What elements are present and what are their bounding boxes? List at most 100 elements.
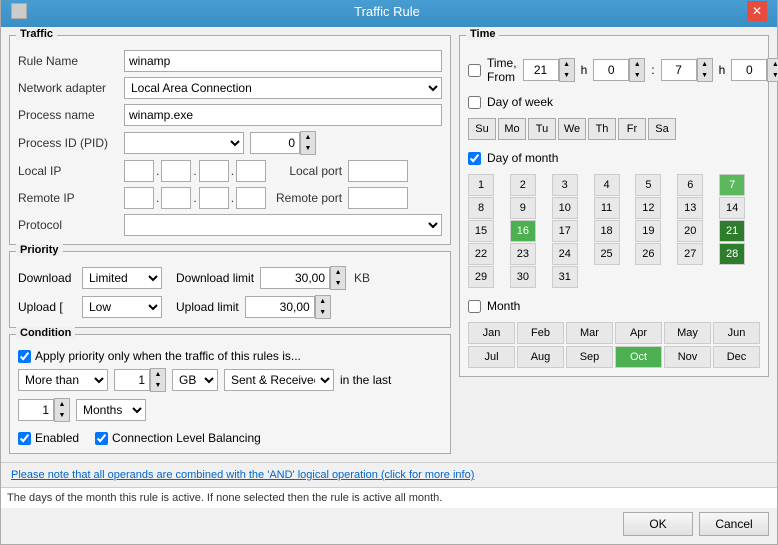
cal-day-4[interactable]: 4: [594, 174, 620, 196]
upload-mode-select[interactable]: Low: [82, 296, 162, 318]
process-id-select[interactable]: [124, 132, 244, 154]
month-btn-mar[interactable]: Mar: [566, 322, 613, 344]
cal-day-10[interactable]: 10: [552, 197, 578, 219]
cal-day-22[interactable]: 22: [468, 243, 494, 265]
enabled-checkbox[interactable]: [18, 432, 31, 445]
last-unit-select[interactable]: Months: [76, 399, 146, 421]
upload-limit-up[interactable]: ▲: [316, 296, 330, 307]
min-up[interactable]: ▲: [630, 59, 644, 70]
local-ip-2[interactable]: [161, 160, 191, 182]
local-port-input[interactable]: [348, 160, 408, 182]
day-of-week-checkbox[interactable]: [468, 96, 481, 109]
month-btn-dec[interactable]: Dec: [713, 346, 760, 368]
hour2-down[interactable]: ▼: [698, 70, 712, 81]
time-from-checkbox[interactable]: [468, 64, 481, 77]
local-ip-4[interactable]: [236, 160, 266, 182]
cal-day-29[interactable]: 29: [468, 266, 494, 288]
unit-select[interactable]: GB: [172, 369, 218, 391]
remote-ip-1[interactable]: [124, 187, 154, 209]
upload-limit-down[interactable]: ▼: [316, 307, 330, 318]
cal-day-3[interactable]: 3: [552, 174, 578, 196]
day-of-month-checkbox[interactable]: [468, 152, 481, 165]
cal-day-24[interactable]: 24: [552, 243, 578, 265]
day-btn-mo[interactable]: Mo: [498, 118, 526, 140]
month-btn-sep[interactable]: Sep: [566, 346, 613, 368]
min-input[interactable]: [593, 59, 629, 81]
day-btn-we[interactable]: We: [558, 118, 586, 140]
cal-day-12[interactable]: 12: [635, 197, 661, 219]
month-btn-jul[interactable]: Jul: [468, 346, 515, 368]
download-mode-select[interactable]: Limited: [82, 267, 162, 289]
min2-input[interactable]: [731, 59, 767, 81]
day-btn-th[interactable]: Th: [588, 118, 616, 140]
cal-day-11[interactable]: 11: [594, 197, 620, 219]
month-btn-jun[interactable]: Jun: [713, 322, 760, 344]
process-id-input[interactable]: [250, 132, 300, 154]
close-button[interactable]: ✕: [747, 1, 767, 21]
month-btn-aug[interactable]: Aug: [517, 346, 564, 368]
cal-day-31[interactable]: 31: [552, 266, 578, 288]
cal-day-15[interactable]: 15: [468, 220, 494, 242]
month-checkbox[interactable]: [468, 300, 481, 313]
cal-day-26[interactable]: 26: [635, 243, 661, 265]
cal-day-1[interactable]: 1: [468, 174, 494, 196]
remote-ip-3[interactable]: [199, 187, 229, 209]
rule-name-input[interactable]: [124, 50, 442, 72]
condition-value-input[interactable]: [114, 369, 150, 391]
process-name-input[interactable]: [124, 104, 442, 126]
hour-input[interactable]: [523, 59, 559, 81]
remote-port-input[interactable]: [348, 187, 408, 209]
process-id-up[interactable]: ▲: [301, 132, 315, 143]
cal-day-17[interactable]: 17: [552, 220, 578, 242]
cal-day-30[interactable]: 30: [510, 266, 536, 288]
condition-value-up[interactable]: ▲: [151, 369, 165, 380]
remote-ip-4[interactable]: [236, 187, 266, 209]
local-ip-1[interactable]: [124, 160, 154, 182]
cal-day-21[interactable]: 21: [719, 220, 745, 242]
month-btn-apr[interactable]: Apr: [615, 322, 662, 344]
cal-day-7[interactable]: 7: [719, 174, 745, 196]
more-than-select[interactable]: More than: [18, 369, 108, 391]
cal-day-19[interactable]: 19: [635, 220, 661, 242]
cal-day-5[interactable]: 5: [635, 174, 661, 196]
hour-up[interactable]: ▲: [560, 59, 574, 70]
download-limit-input[interactable]: [260, 267, 330, 289]
cal-day-8[interactable]: 8: [468, 197, 494, 219]
cancel-button[interactable]: Cancel: [699, 512, 769, 536]
local-ip-3[interactable]: [199, 160, 229, 182]
cal-day-28[interactable]: 28: [719, 243, 745, 265]
upload-limit-input[interactable]: [245, 296, 315, 318]
download-limit-up[interactable]: ▲: [331, 267, 345, 278]
cal-day-25[interactable]: 25: [594, 243, 620, 265]
month-btn-may[interactable]: May: [664, 322, 711, 344]
ok-button[interactable]: OK: [623, 512, 693, 536]
last-value-up[interactable]: ▲: [55, 399, 69, 410]
download-limit-down[interactable]: ▼: [331, 278, 345, 289]
cal-day-14[interactable]: 14: [719, 197, 745, 219]
cal-day-9[interactable]: 9: [510, 197, 536, 219]
network-adapter-select[interactable]: Local Area Connection: [124, 77, 442, 99]
month-btn-nov[interactable]: Nov: [664, 346, 711, 368]
protocol-select[interactable]: [124, 214, 442, 236]
day-btn-sa[interactable]: Sa: [648, 118, 676, 140]
cal-day-6[interactable]: 6: [677, 174, 703, 196]
cal-day-13[interactable]: 13: [677, 197, 703, 219]
balancing-checkbox[interactable]: [95, 432, 108, 445]
day-btn-su[interactable]: Su: [468, 118, 496, 140]
min2-up[interactable]: ▲: [768, 59, 778, 70]
cal-day-18[interactable]: 18: [594, 220, 620, 242]
month-btn-oct[interactable]: Oct: [615, 346, 662, 368]
apply-checkbox[interactable]: [18, 350, 31, 363]
hour2-up[interactable]: ▲: [698, 59, 712, 70]
last-value-down[interactable]: ▼: [55, 410, 69, 421]
cal-day-20[interactable]: 20: [677, 220, 703, 242]
month-btn-jan[interactable]: Jan: [468, 322, 515, 344]
day-btn-tu[interactable]: Tu: [528, 118, 556, 140]
footer-note[interactable]: Please note that all operands are combin…: [11, 469, 767, 481]
min2-down[interactable]: ▼: [768, 70, 778, 81]
cal-day-27[interactable]: 27: [677, 243, 703, 265]
direction-select[interactable]: Sent & Received: [224, 369, 334, 391]
hour-down[interactable]: ▼: [560, 70, 574, 81]
cal-day-16[interactable]: 16: [510, 220, 536, 242]
min-down[interactable]: ▼: [630, 70, 644, 81]
